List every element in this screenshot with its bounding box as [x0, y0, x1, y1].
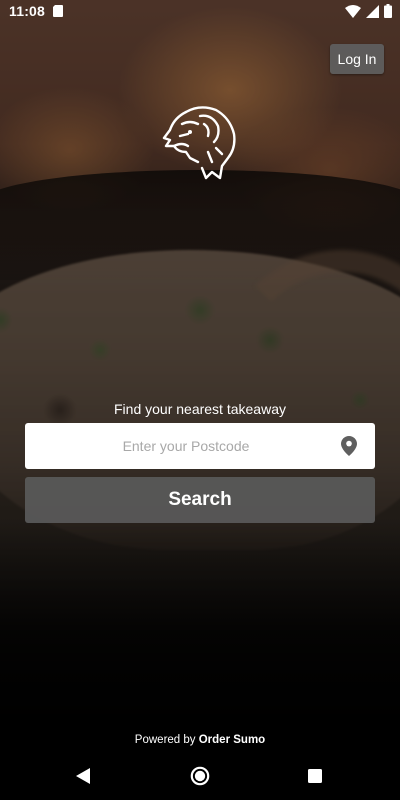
signal-icon [366, 4, 379, 18]
recents-icon[interactable] [308, 769, 322, 783]
navigation-bar [0, 752, 400, 800]
status-icons [345, 4, 392, 18]
tagline: Find your nearest takeaway [114, 401, 286, 417]
postcode-field [25, 423, 375, 469]
powered-by-brand[interactable]: Order Sumo [199, 734, 265, 746]
gorilla-logo-icon [162, 106, 236, 180]
postcode-input[interactable] [33, 423, 339, 469]
search-button[interactable]: Search [25, 477, 375, 523]
battery-icon [384, 4, 392, 18]
sd-card-icon [53, 5, 63, 17]
home-icon[interactable] [190, 766, 210, 786]
back-icon[interactable] [74, 767, 92, 785]
status-time: 11:08 [9, 3, 46, 19]
app-screen: 11:08 Log In Find your nearest takeaway … [0, 0, 400, 800]
status-bar: 11:08 [0, 0, 400, 24]
login-button[interactable]: Log In [330, 44, 384, 74]
powered-by: Powered by Order Sumo [0, 734, 400, 746]
location-pin-icon[interactable] [341, 436, 357, 456]
powered-by-prefix: Powered by [134, 734, 196, 746]
wifi-icon [345, 4, 361, 18]
